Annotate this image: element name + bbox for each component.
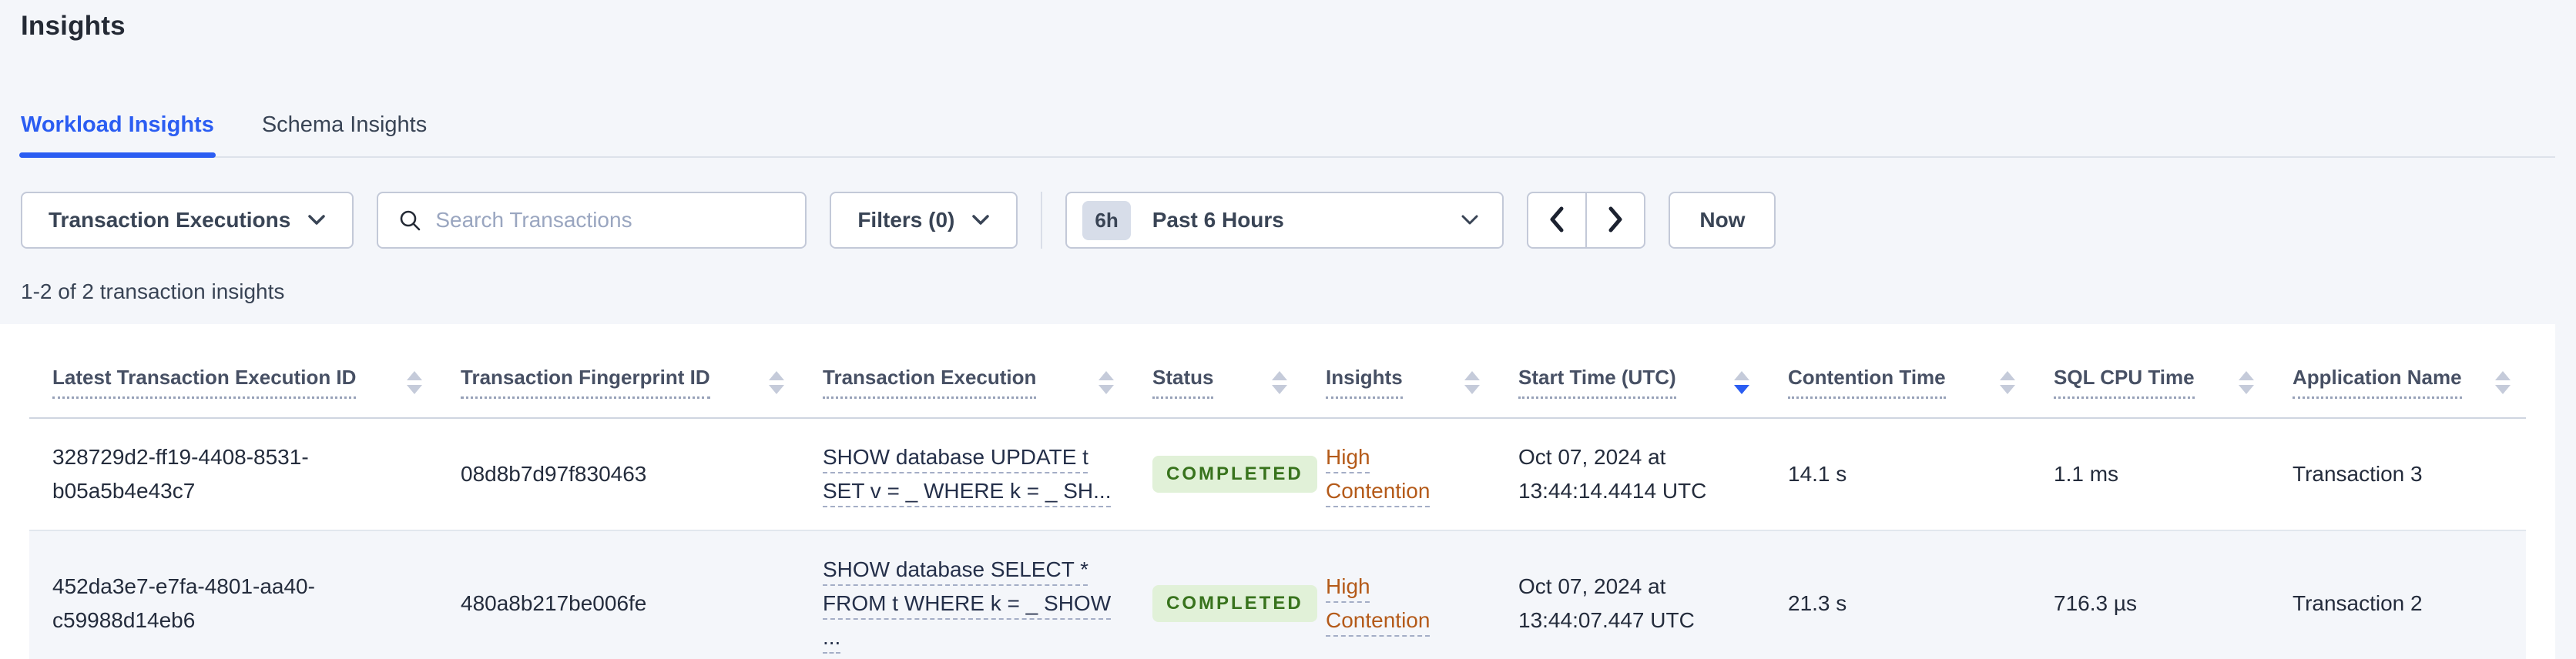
view-type-label: Transaction Executions [49, 208, 291, 232]
view-type-dropdown[interactable]: Transaction Executions [21, 192, 354, 249]
filters-label: Filters (0) [857, 208, 955, 232]
column-header-transaction-fingerprint-id[interactable]: Transaction Fingerprint ID [461, 366, 710, 399]
cell-execution-id: 452da3e7-e7fa-4801-aa40- c59988d14eb6 [29, 530, 438, 659]
table-row: 328729d2-ff19-4408-8531- b05a5b4e43c7 08… [29, 418, 2526, 531]
sort-arrows-icon[interactable] [2495, 370, 2511, 394]
column-header-latest-transaction-execution-id[interactable]: Latest Transaction Execution ID [52, 366, 357, 399]
time-range-badge: 6h [1082, 200, 1131, 240]
column-header-start-time[interactable]: Start Time (UTC) [1518, 366, 1676, 399]
sort-arrows-icon[interactable] [1464, 370, 1480, 394]
cell-execution-id: 328729d2-ff19-4408-8531- b05a5b4e43c7 [29, 418, 438, 531]
table-row: 452da3e7-e7fa-4801-aa40- c59988d14eb6 48… [29, 530, 2526, 659]
column-header-application-name[interactable]: Application Name [2293, 366, 2462, 399]
results-summary: 1-2 of 2 transaction insights [21, 279, 285, 303]
chevron-down-icon [971, 214, 990, 226]
chevron-down-icon [307, 214, 326, 226]
cell-contention-time: 14.1 s [1765, 418, 2031, 531]
time-next-button[interactable] [1586, 192, 1646, 249]
search-input[interactable] [435, 208, 786, 232]
time-range-dropdown[interactable]: 6h Past 6 Hours [1065, 192, 1504, 249]
sort-arrows-icon[interactable] [1098, 370, 1114, 394]
transaction-execution-link[interactable]: SHOW database UPDATE t SET v = _ WHERE k… [823, 445, 1112, 503]
search-icon [398, 209, 421, 232]
cell-contention-time: 21.3 s [1765, 530, 2031, 659]
tab-bar: Workload Insights Schema Insights [19, 112, 2576, 158]
cell-fingerprint-id: 08d8b7d97f830463 [438, 418, 800, 531]
sort-arrows-icon[interactable] [769, 370, 784, 394]
chevron-right-icon [1607, 206, 1624, 236]
toolbar-divider [1041, 192, 1043, 249]
column-header-sql-cpu-time[interactable]: SQL CPU Time [2054, 366, 2195, 399]
search-transactions-box [377, 192, 807, 249]
chevron-left-icon [1548, 206, 1565, 236]
cell-sql-cpu-time: 716.3 µs [2031, 530, 2269, 659]
time-range-label: Past 6 Hours [1152, 208, 1284, 232]
page-title: Insights [21, 11, 126, 41]
status-badge: COMPLETED [1152, 585, 1317, 622]
sort-arrows-icon[interactable] [1272, 370, 1287, 394]
status-badge: COMPLETED [1152, 456, 1317, 493]
sort-arrows-icon[interactable] [1734, 370, 1749, 394]
column-header-insights[interactable]: Insights [1326, 366, 1403, 399]
tab-workload-insights[interactable]: Workload Insights [19, 112, 216, 158]
time-pager [1527, 192, 1646, 249]
sort-arrows-icon[interactable] [2239, 370, 2254, 394]
cell-sql-cpu-time: 1.1 ms [2031, 418, 2269, 531]
column-header-transaction-execution[interactable]: Transaction Execution [823, 366, 1037, 399]
time-prev-button[interactable] [1527, 192, 1587, 249]
sort-arrows-icon[interactable] [407, 370, 422, 394]
insight-high-contention-link[interactable]: High Contention [1326, 574, 1430, 632]
transaction-execution-link[interactable]: SHOW database SELECT * FROM t WHERE k = … [823, 557, 1111, 649]
tab-schema-insights[interactable]: Schema Insights [262, 112, 427, 158]
cell-application-name: Transaction 3 [2269, 418, 2526, 531]
cell-application-name: Transaction 2 [2269, 530, 2526, 659]
toolbar: Transaction Executions Filters (0) 6h Pa… [21, 192, 2576, 249]
insights-table-card: Latest Transaction Execution ID Transact… [0, 324, 2555, 659]
transaction-insights-table: Latest Transaction Execution ID Transact… [29, 344, 2526, 659]
chevron-down-icon [1461, 214, 1479, 226]
insight-high-contention-link[interactable]: High Contention [1326, 445, 1430, 503]
column-header-contention-time[interactable]: Contention Time [1788, 366, 1946, 399]
sort-arrows-icon[interactable] [2000, 370, 2015, 394]
cell-fingerprint-id: 480a8b217be006fe [438, 530, 800, 659]
now-button[interactable]: Now [1669, 192, 1776, 249]
filters-dropdown[interactable]: Filters (0) [830, 192, 1018, 249]
cell-start-time: Oct 07, 2024 at 13:44:14.4414 UTC [1495, 418, 1765, 531]
table-header-row: Latest Transaction Execution ID Transact… [29, 344, 2526, 419]
cell-start-time: Oct 07, 2024 at 13:44:07.447 UTC [1495, 530, 1765, 659]
column-header-status[interactable]: Status [1152, 366, 1214, 399]
